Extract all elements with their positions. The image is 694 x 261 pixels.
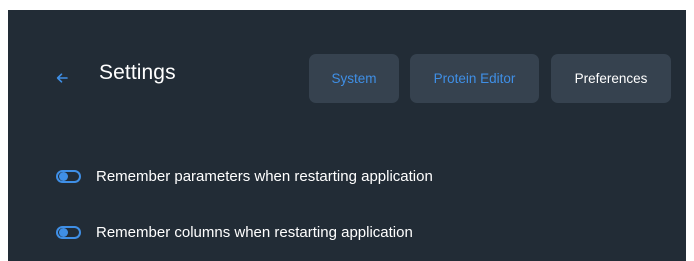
- settings-panel: Settings System Protein Editor Preferenc…: [8, 10, 686, 261]
- remember-columns-setting: Remember columns when restarting applica…: [56, 224, 413, 241]
- remember-columns-toggle[interactable]: [56, 226, 81, 239]
- tab-protein-editor-label: Protein Editor: [433, 71, 516, 86]
- back-button[interactable]: [51, 67, 73, 89]
- tab-system[interactable]: System: [309, 54, 399, 103]
- toggle-switch-icon: [56, 226, 81, 239]
- tab-system-label: System: [331, 71, 377, 86]
- tab-protein-editor[interactable]: Protein Editor: [410, 54, 539, 103]
- page-title: Settings: [99, 61, 176, 84]
- remember-parameters-setting: Remember parameters when restarting appl…: [56, 168, 433, 185]
- remember-columns-label: Remember columns when restarting applica…: [96, 224, 413, 241]
- remember-parameters-label: Remember parameters when restarting appl…: [96, 168, 433, 185]
- remember-parameters-toggle[interactable]: [56, 170, 81, 183]
- toggle-switch-icon: [56, 170, 81, 183]
- arrow-left-icon: [56, 73, 68, 83]
- tab-preferences-label: Preferences: [574, 71, 648, 86]
- tab-preferences[interactable]: Preferences: [551, 54, 671, 103]
